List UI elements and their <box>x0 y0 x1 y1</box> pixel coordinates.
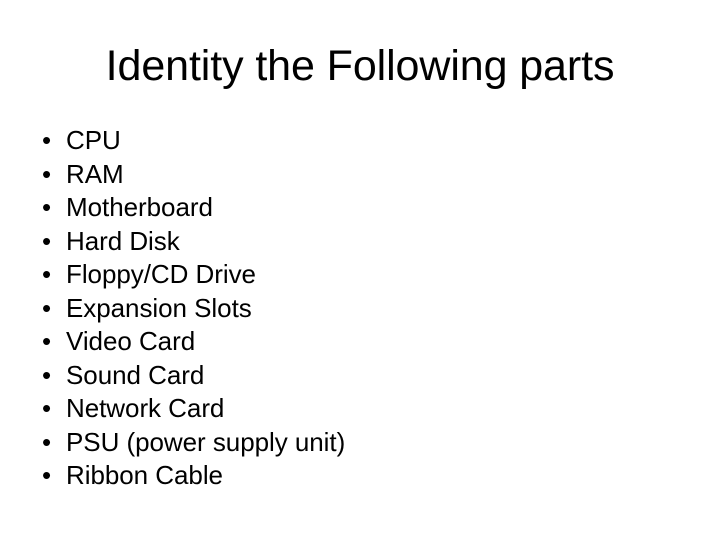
list-item-label: RAM <box>66 158 124 189</box>
list-item-label: Expansion Slots <box>66 292 252 323</box>
list-item: • Network Card <box>42 392 682 426</box>
bullet-point-icon: • <box>42 192 52 222</box>
list-item-label: Floppy/CD Drive <box>66 259 256 289</box>
list-item: • Ribbon Cable <box>42 459 682 493</box>
bullet-point-icon: • <box>42 460 52 490</box>
list-item-label: Video Card <box>66 326 196 356</box>
bullet-point-icon: • <box>42 259 52 289</box>
list-item-label: Ribbon Cable <box>66 460 223 490</box>
list-item-label: Motherboard <box>66 192 213 222</box>
bullet-point-icon: • <box>42 158 52 189</box>
presentation-slide: Identity the Following parts • CPU • RAM… <box>0 0 720 540</box>
bullet-point-icon: • <box>42 326 52 356</box>
list-item: • Expansion Slots <box>42 292 682 326</box>
list-item: • Video Card <box>42 325 682 359</box>
list-item: • CPU <box>42 124 682 158</box>
list-item: • Floppy/CD Drive <box>42 258 682 292</box>
list-item: • PSU (power supply unit) <box>42 426 682 460</box>
parts-bullet-list: • CPU • RAM • Motherboard • Hard Disk • … <box>42 124 682 493</box>
bullet-point-icon: • <box>42 225 52 256</box>
bullet-point-icon: • <box>42 292 52 323</box>
list-item-label: Network Card <box>66 393 225 423</box>
bullet-point-icon: • <box>42 359 52 390</box>
bullet-point-icon: • <box>42 125 52 155</box>
list-item-label: Hard Disk <box>66 225 180 256</box>
list-item: • Motherboard <box>42 191 682 225</box>
bullet-point-icon: • <box>42 426 52 457</box>
list-item: • RAM <box>42 158 682 192</box>
list-item-label: Sound Card <box>66 359 205 390</box>
bullet-point-icon: • <box>42 393 52 423</box>
list-item-label: PSU (power supply unit) <box>66 426 346 457</box>
list-item: • Sound Card <box>42 359 682 393</box>
page-title: Identity the Following parts <box>105 42 615 90</box>
list-item-label: CPU <box>66 125 121 155</box>
list-item: • Hard Disk <box>42 225 682 259</box>
